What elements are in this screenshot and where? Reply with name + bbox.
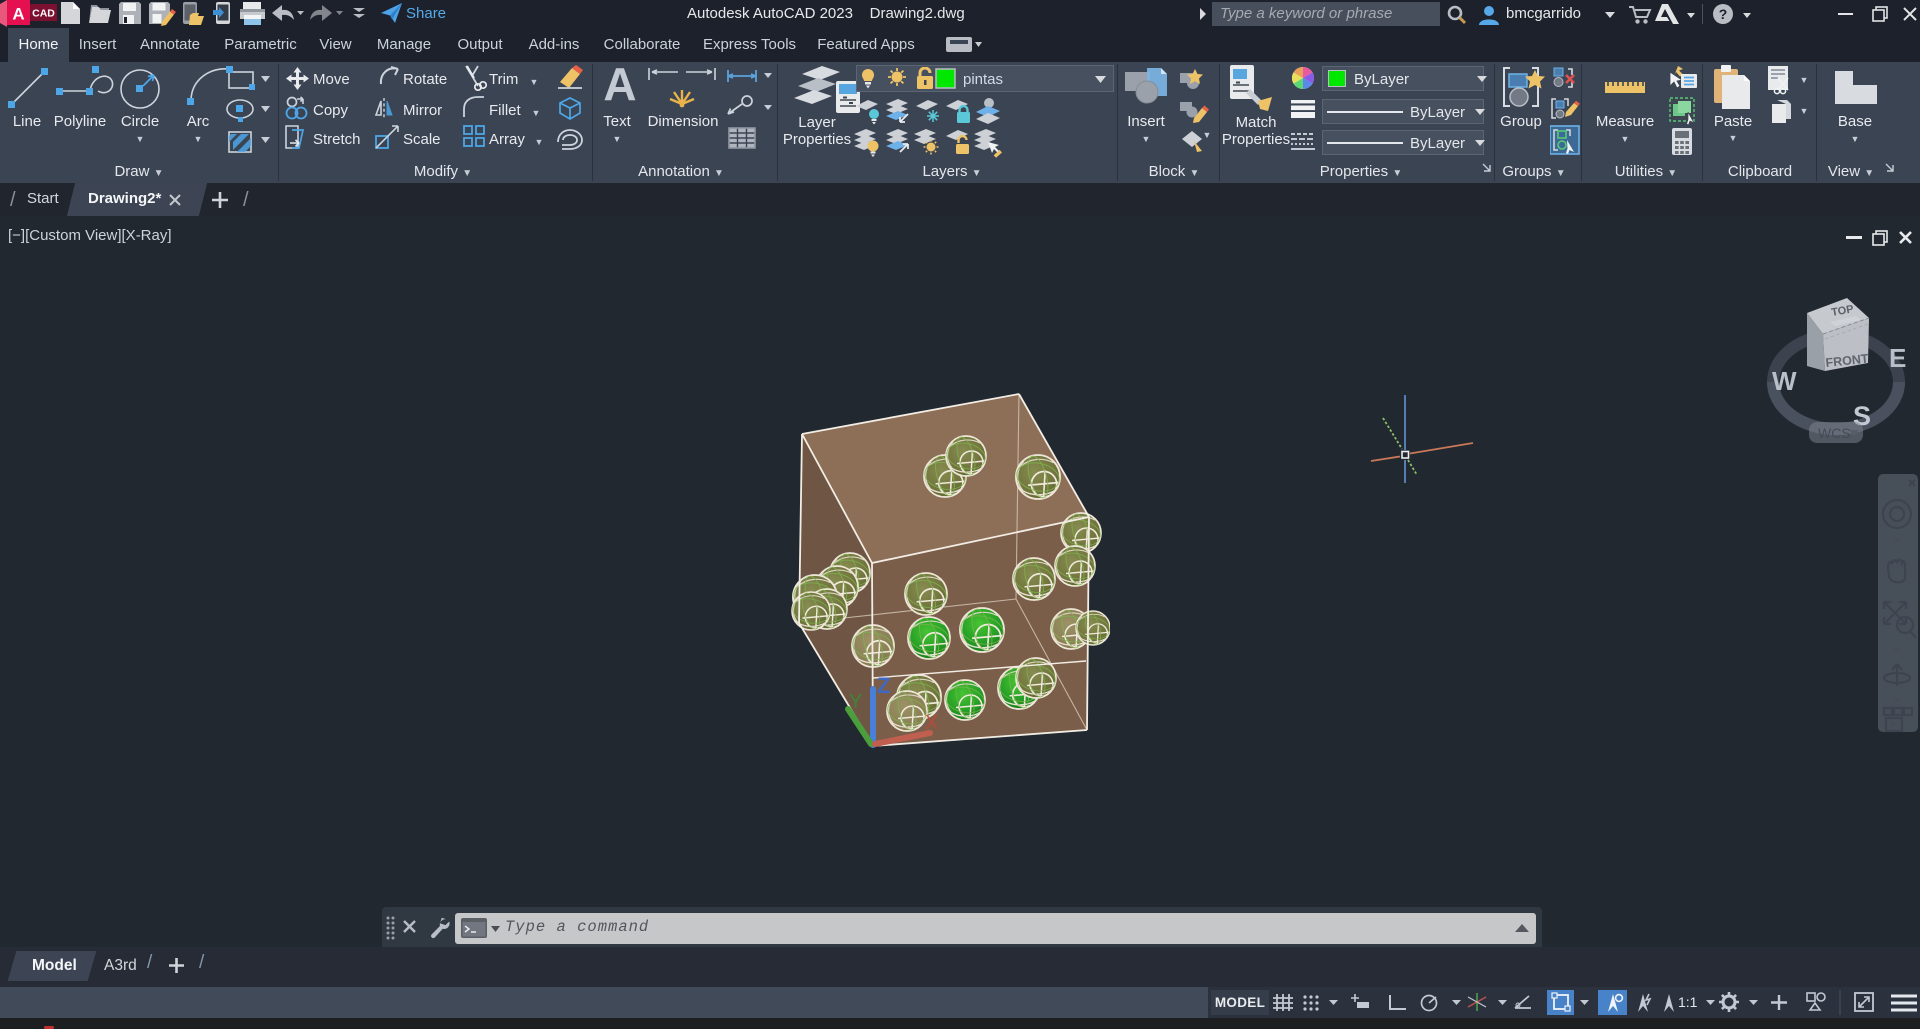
svg-text:Y: Y <box>849 691 862 713</box>
svg-text:Z: Z <box>877 673 890 698</box>
svg-text:?: ? <box>1719 6 1728 22</box>
svg-text:pintas: pintas <box>963 71 1003 88</box>
svg-text:WCS: WCS <box>1818 425 1851 441</box>
svg-text:X: X <box>925 712 938 734</box>
svg-text:CAD: CAD <box>32 8 55 20</box>
svg-text:1:1: 1:1 <box>1678 994 1698 1010</box>
svg-text:E: E <box>1889 343 1906 373</box>
svg-text:W: W <box>1772 366 1797 396</box>
svg-text:A: A <box>12 5 24 24</box>
